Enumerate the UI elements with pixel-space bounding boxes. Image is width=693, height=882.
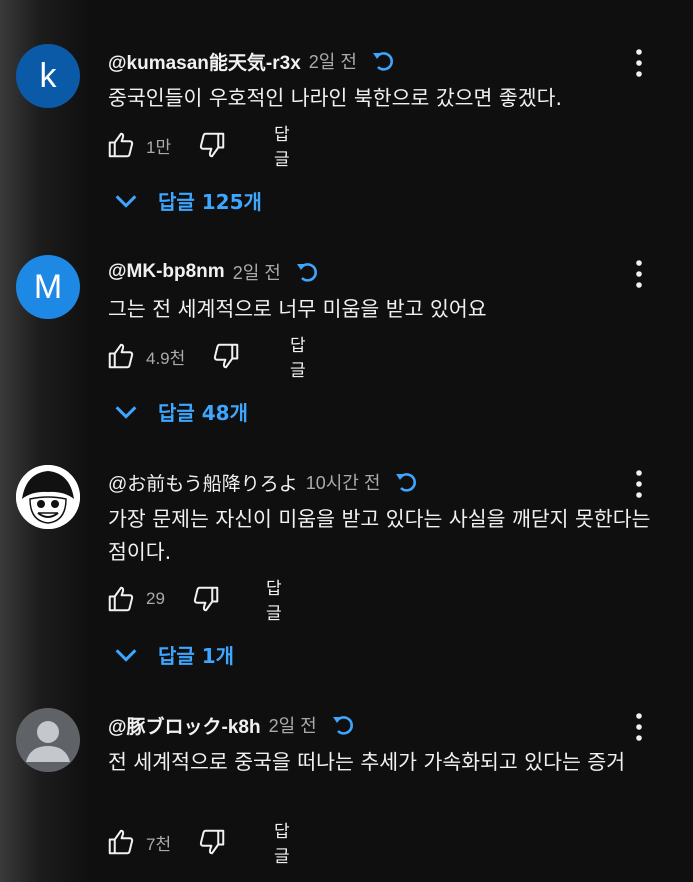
edited-icon bbox=[372, 52, 393, 71]
comment-header: @豚ブロック-k8h 2일 전 bbox=[108, 712, 355, 738]
timestamp[interactable]: 2일 전 bbox=[309, 48, 357, 74]
chevron-down-icon bbox=[115, 194, 137, 208]
author-name[interactable]: @kumasan能天気-r3x bbox=[108, 48, 301, 75]
avatar[interactable] bbox=[16, 465, 80, 529]
edited-icon bbox=[296, 263, 317, 282]
view-replies-button[interactable]: 답글 125개 bbox=[112, 186, 262, 215]
author-name[interactable]: @お前もう船降りろよ bbox=[108, 469, 298, 496]
edited-icon bbox=[396, 473, 417, 492]
chevron-down-icon bbox=[115, 648, 137, 662]
comment-text: 중국인들이 우호적인 나라인 북한으로 갔으면 좋겠다. bbox=[108, 86, 563, 110]
comment-actions: 1만 답글 bbox=[106, 125, 290, 170]
timestamp[interactable]: 2일 전 bbox=[269, 712, 317, 738]
like-count: 7천 bbox=[146, 834, 172, 854]
comment-header: @お前もう船降りろよ 10시간 전 bbox=[108, 469, 418, 495]
more-vert-icon[interactable] bbox=[633, 48, 645, 78]
avatar[interactable] bbox=[16, 708, 80, 772]
comment-actions: 29 답글 bbox=[106, 579, 282, 624]
thumb-down-icon[interactable] bbox=[197, 827, 227, 857]
replies-label: 답글 1개 bbox=[158, 644, 235, 668]
thumb-up-icon[interactable] bbox=[106, 584, 136, 614]
comment-actions: 4.9천 답글 bbox=[106, 336, 306, 381]
view-replies-button[interactable]: 답글 1개 bbox=[112, 640, 234, 669]
reply-button[interactable]: 답글 bbox=[274, 817, 290, 867]
author-name[interactable]: @豚ブロック-k8h bbox=[108, 712, 261, 739]
manga-avatar-image bbox=[16, 465, 80, 529]
thumb-up-icon[interactable] bbox=[106, 827, 136, 857]
like-count: 29 bbox=[146, 589, 165, 608]
more-vert-icon[interactable] bbox=[633, 712, 645, 742]
avatar-letter: k bbox=[39, 56, 57, 95]
like-count: 4.9천 bbox=[146, 348, 186, 368]
edited-icon bbox=[332, 716, 353, 735]
author-name[interactable]: @MK-bp8nm bbox=[108, 261, 225, 283]
thumb-down-icon[interactable] bbox=[211, 341, 241, 371]
thumb-up-icon[interactable] bbox=[106, 130, 136, 160]
more-vert-icon[interactable] bbox=[633, 259, 645, 289]
timestamp[interactable]: 2일 전 bbox=[233, 259, 281, 285]
timestamp[interactable]: 10시간 전 bbox=[306, 469, 381, 495]
thumb-up-icon[interactable] bbox=[106, 341, 136, 371]
replies-label: 답글 48개 bbox=[158, 401, 248, 425]
comment-header: @MK-bp8nm 2일 전 bbox=[108, 259, 319, 285]
avatar[interactable]: k bbox=[16, 44, 80, 108]
replies-label: 답글 125개 bbox=[158, 190, 262, 214]
like-count: 1만 bbox=[146, 137, 172, 157]
reply-button[interactable]: 답글 bbox=[266, 574, 282, 624]
more-vert-icon[interactable] bbox=[633, 469, 645, 499]
comment-header: @kumasan能天気-r3x 2일 전 bbox=[108, 48, 395, 74]
thumb-down-icon[interactable] bbox=[191, 584, 221, 614]
reply-button[interactable]: 답글 bbox=[290, 331, 306, 381]
view-replies-button[interactable]: 답글 48개 bbox=[112, 397, 248, 426]
comment-text: 전 세계적으로 중국을 떠나는 추세가 가속화되고 있다는 증거 bbox=[108, 750, 626, 774]
comment-text: 그는 전 세계적으로 너무 미움을 받고 있어요 bbox=[108, 297, 487, 321]
comment-actions: 7천 답글 bbox=[106, 822, 290, 867]
thumb-down-icon[interactable] bbox=[197, 130, 227, 160]
reply-button[interactable]: 답글 bbox=[274, 120, 290, 170]
avatar-letter: M bbox=[33, 267, 63, 306]
chevron-down-icon bbox=[115, 405, 137, 419]
default-user-icon bbox=[26, 721, 70, 762]
avatar[interactable]: M bbox=[16, 255, 80, 319]
comment-text: 가장 문제는 자신이 미움을 받고 있다는 사실을 깨닫지 못한다는 점이다. bbox=[108, 507, 651, 564]
